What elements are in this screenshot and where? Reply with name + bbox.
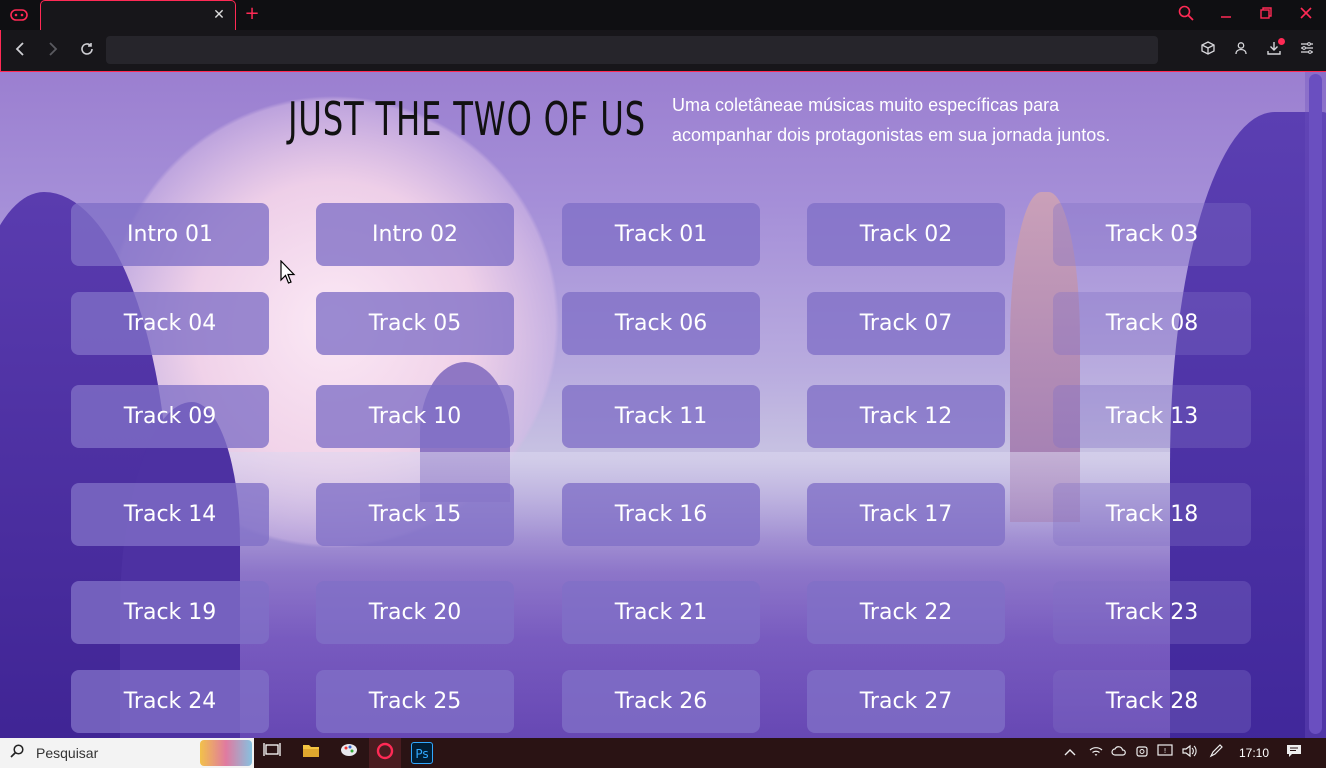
- track-button[interactable]: Track 10: [316, 385, 514, 448]
- search-icon[interactable]: [1175, 5, 1197, 25]
- back-icon[interactable]: [9, 40, 31, 62]
- track-button[interactable]: Intro 01: [71, 203, 269, 266]
- tray-chevron-up-icon[interactable]: [1062, 744, 1078, 762]
- file-explorer-icon[interactable]: [300, 742, 322, 764]
- reload-icon[interactable]: [76, 40, 98, 62]
- search-placeholder: Pesquisar: [36, 745, 99, 761]
- address-bar[interactable]: [106, 36, 1158, 64]
- new-tab-icon[interactable]: +: [244, 4, 260, 24]
- pen-icon[interactable]: [1208, 744, 1226, 762]
- track-grid: Intro 01 Intro 02 Track 01 Track 02 Track 03…: [0, 72, 1326, 738]
- cloud-sync-icon[interactable]: [1110, 744, 1128, 762]
- track-button[interactable]: Track 19: [71, 581, 269, 644]
- volume-icon[interactable]: [1181, 744, 1199, 762]
- taskbar-search-box[interactable]: Pesquisar: [0, 738, 254, 768]
- track-button[interactable]: Track 09: [71, 385, 269, 448]
- track-button[interactable]: Track 16: [562, 483, 760, 546]
- track-button[interactable]: Track 02: [807, 203, 1005, 266]
- search-icon: [8, 744, 26, 762]
- track-button[interactable]: Track 14: [71, 483, 269, 546]
- track-button[interactable]: Track 11: [562, 385, 760, 448]
- download-notification-dot: [1278, 38, 1285, 45]
- track-button[interactable]: Track 25: [316, 670, 514, 733]
- tab-close-icon[interactable]: ✕: [211, 7, 227, 23]
- track-button[interactable]: Track 28: [1053, 670, 1251, 733]
- restore-icon[interactable]: [1255, 5, 1277, 25]
- track-button[interactable]: Track 08: [1053, 292, 1251, 355]
- track-button[interactable]: Track 15: [316, 483, 514, 546]
- svg-text:!: !: [1164, 747, 1167, 755]
- track-button[interactable]: Track 05: [316, 292, 514, 355]
- notifications-icon[interactable]: [1284, 744, 1304, 762]
- scrollbar-thumb[interactable]: [1309, 74, 1322, 734]
- track-button[interactable]: Track 20: [316, 581, 514, 644]
- opera-gx-icon[interactable]: [374, 742, 396, 764]
- web-page: Just the two of us Uma coletâneae música…: [0, 72, 1326, 738]
- task-view-icon[interactable]: [261, 742, 283, 764]
- page-scrollbar[interactable]: [1305, 72, 1326, 738]
- cube-icon[interactable]: [1197, 40, 1219, 62]
- track-button[interactable]: Track 01: [562, 203, 760, 266]
- tab-bar: ✕ +: [0, 0, 1326, 31]
- track-button[interactable]: Track 21: [562, 581, 760, 644]
- windows-taskbar: Pesquisar Ps ! 17:10: [0, 738, 1326, 768]
- meet-now-icon[interactable]: [1134, 744, 1150, 762]
- forward-icon[interactable]: [42, 40, 64, 62]
- track-button[interactable]: Track 06: [562, 292, 760, 355]
- profile-icon[interactable]: [1230, 40, 1252, 62]
- track-button[interactable]: Track 18: [1053, 483, 1251, 546]
- track-button[interactable]: Track 03: [1053, 203, 1251, 266]
- search-highlight-image: [200, 740, 252, 766]
- display-icon[interactable]: !: [1156, 744, 1174, 762]
- track-button[interactable]: Track 12: [807, 385, 1005, 448]
- minimize-icon[interactable]: [1215, 5, 1237, 25]
- track-button[interactable]: Track 07: [807, 292, 1005, 355]
- navigation-bar: [0, 30, 1326, 72]
- track-button[interactable]: Track 23: [1053, 581, 1251, 644]
- close-window-icon[interactable]: [1295, 5, 1317, 25]
- track-button[interactable]: Track 24: [71, 670, 269, 733]
- wifi-icon[interactable]: [1088, 744, 1104, 762]
- taskbar-clock[interactable]: 17:10: [1238, 738, 1270, 768]
- track-button[interactable]: Track 26: [562, 670, 760, 733]
- track-button[interactable]: Intro 02: [316, 203, 514, 266]
- gx-controller-icon[interactable]: [8, 7, 30, 23]
- track-button[interactable]: Track 27: [807, 670, 1005, 733]
- browser-tab-active[interactable]: ✕: [40, 0, 236, 31]
- paint-icon[interactable]: [338, 742, 360, 764]
- track-button[interactable]: Track 04: [71, 292, 269, 355]
- easy-setup-menu-icon[interactable]: [1296, 40, 1318, 62]
- photoshop-icon[interactable]: Ps: [411, 742, 433, 764]
- track-button[interactable]: Track 22: [807, 581, 1005, 644]
- track-button[interactable]: Track 17: [807, 483, 1005, 546]
- track-button[interactable]: Track 13: [1053, 385, 1251, 448]
